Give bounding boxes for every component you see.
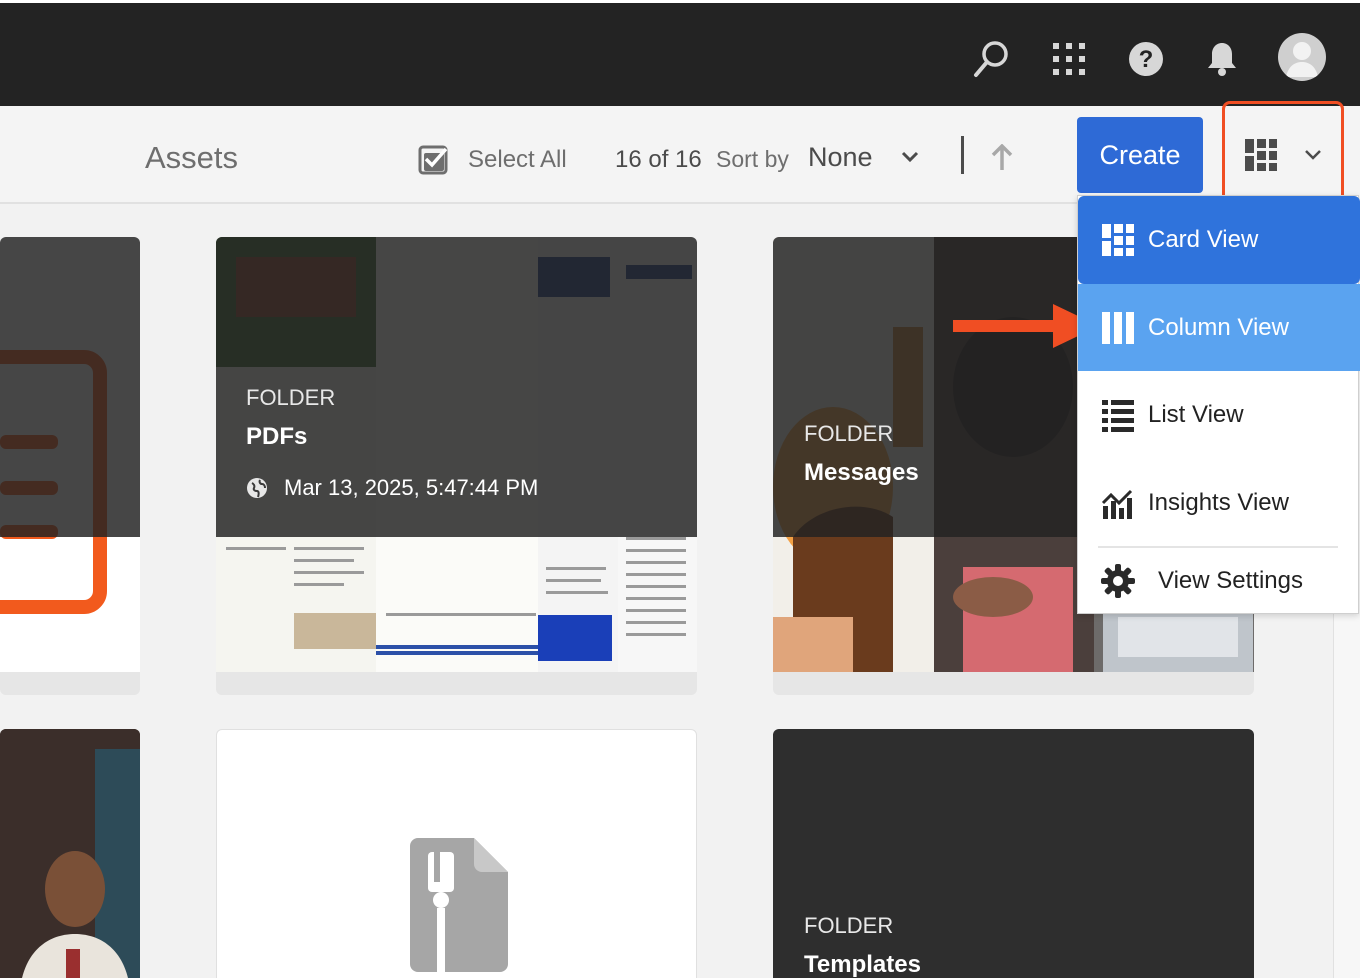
card-kind: FOLDER xyxy=(804,421,894,446)
menu-item-label: Column View xyxy=(1148,313,1289,341)
menu-item-label: Card View xyxy=(1148,226,1259,253)
modified-date: Mar 13, 2025, 5:47:44 PM xyxy=(284,475,539,500)
menu-item-view-settings[interactable]: View Settings xyxy=(1078,548,1360,614)
card-kind: FOLDER xyxy=(804,913,894,938)
menu-item-card-view[interactable]: Card View xyxy=(1078,196,1360,284)
insights-view-icon xyxy=(1101,489,1133,519)
item-count: 16 of 16 xyxy=(615,146,702,173)
card-date: Mar 13, 2025, 5:47:44 PM xyxy=(246,475,538,501)
action-bar: Assets Select All 16 of 16 Sort by None … xyxy=(0,106,1360,204)
card-meta: FOLDER Messages xyxy=(804,421,919,487)
sort-by-select[interactable]: None xyxy=(808,142,873,173)
list-view-icon xyxy=(1102,400,1134,432)
asset-card[interactable] xyxy=(0,729,140,978)
card-meta: FOLDER Templates xyxy=(804,913,921,978)
svg-text:?: ? xyxy=(1139,46,1154,73)
select-all-label: Select All xyxy=(468,146,567,173)
menu-item-insights-view[interactable]: Insights View xyxy=(1078,459,1360,547)
menu-item-label: List View xyxy=(1148,401,1244,428)
card-kind: FOLDER xyxy=(246,385,336,410)
avatar[interactable] xyxy=(1278,33,1326,81)
asset-card[interactable]: FOLDER PDFs Mar 13, 2025, 5:47:44 PM xyxy=(216,237,697,695)
app-root: ? Assets Select All 16 of 16 Sort by Non… xyxy=(0,0,1360,978)
bell-icon[interactable] xyxy=(1200,37,1244,81)
menu-item-column-view[interactable]: Column View xyxy=(1078,284,1360,371)
create-button[interactable]: Create xyxy=(1077,117,1203,193)
card-title: Messages xyxy=(804,459,919,486)
apps-grid-icon[interactable] xyxy=(1047,37,1091,81)
globe-icon xyxy=(247,478,267,498)
menu-item-label: Insights View xyxy=(1148,489,1289,516)
checkbox-icon xyxy=(418,145,448,175)
menu-item-label: View Settings xyxy=(1158,567,1303,594)
view-switcher-button[interactable] xyxy=(1222,101,1344,209)
card-title: PDFs xyxy=(246,423,308,450)
photo-thumbnail xyxy=(0,729,140,978)
zip-file-icon xyxy=(410,838,508,972)
card-thumbnail xyxy=(0,237,140,672)
chevron-down-icon xyxy=(1305,150,1321,160)
menu-item-list-view[interactable]: List View xyxy=(1078,371,1360,459)
shell-header: ? xyxy=(0,0,1360,106)
chevron-down-icon[interactable] xyxy=(900,150,920,169)
page-title: Assets xyxy=(145,140,239,175)
card-meta: FOLDER PDFs Mar 13, 2025, 5:47:44 PM xyxy=(246,385,538,501)
card-view-icon xyxy=(1245,139,1277,171)
card-title: Templates xyxy=(804,951,921,978)
card-view-icon xyxy=(1102,224,1134,256)
asset-card[interactable] xyxy=(216,729,697,978)
select-all-button[interactable]: Select All xyxy=(416,142,567,178)
search-icon[interactable] xyxy=(970,37,1014,81)
gear-icon xyxy=(1101,564,1135,598)
column-view-icon xyxy=(1102,311,1134,344)
sort-by-label: Sort by xyxy=(716,146,789,172)
divider xyxy=(961,136,964,174)
asset-card[interactable] xyxy=(0,237,140,695)
view-menu: Card View Column View List View Insights… xyxy=(1077,195,1360,614)
asset-card[interactable]: FOLDER Templates xyxy=(773,729,1254,978)
sort-direction-icon[interactable] xyxy=(990,143,1014,175)
help-icon[interactable]: ? xyxy=(1124,37,1168,81)
card-overlay xyxy=(0,237,140,537)
